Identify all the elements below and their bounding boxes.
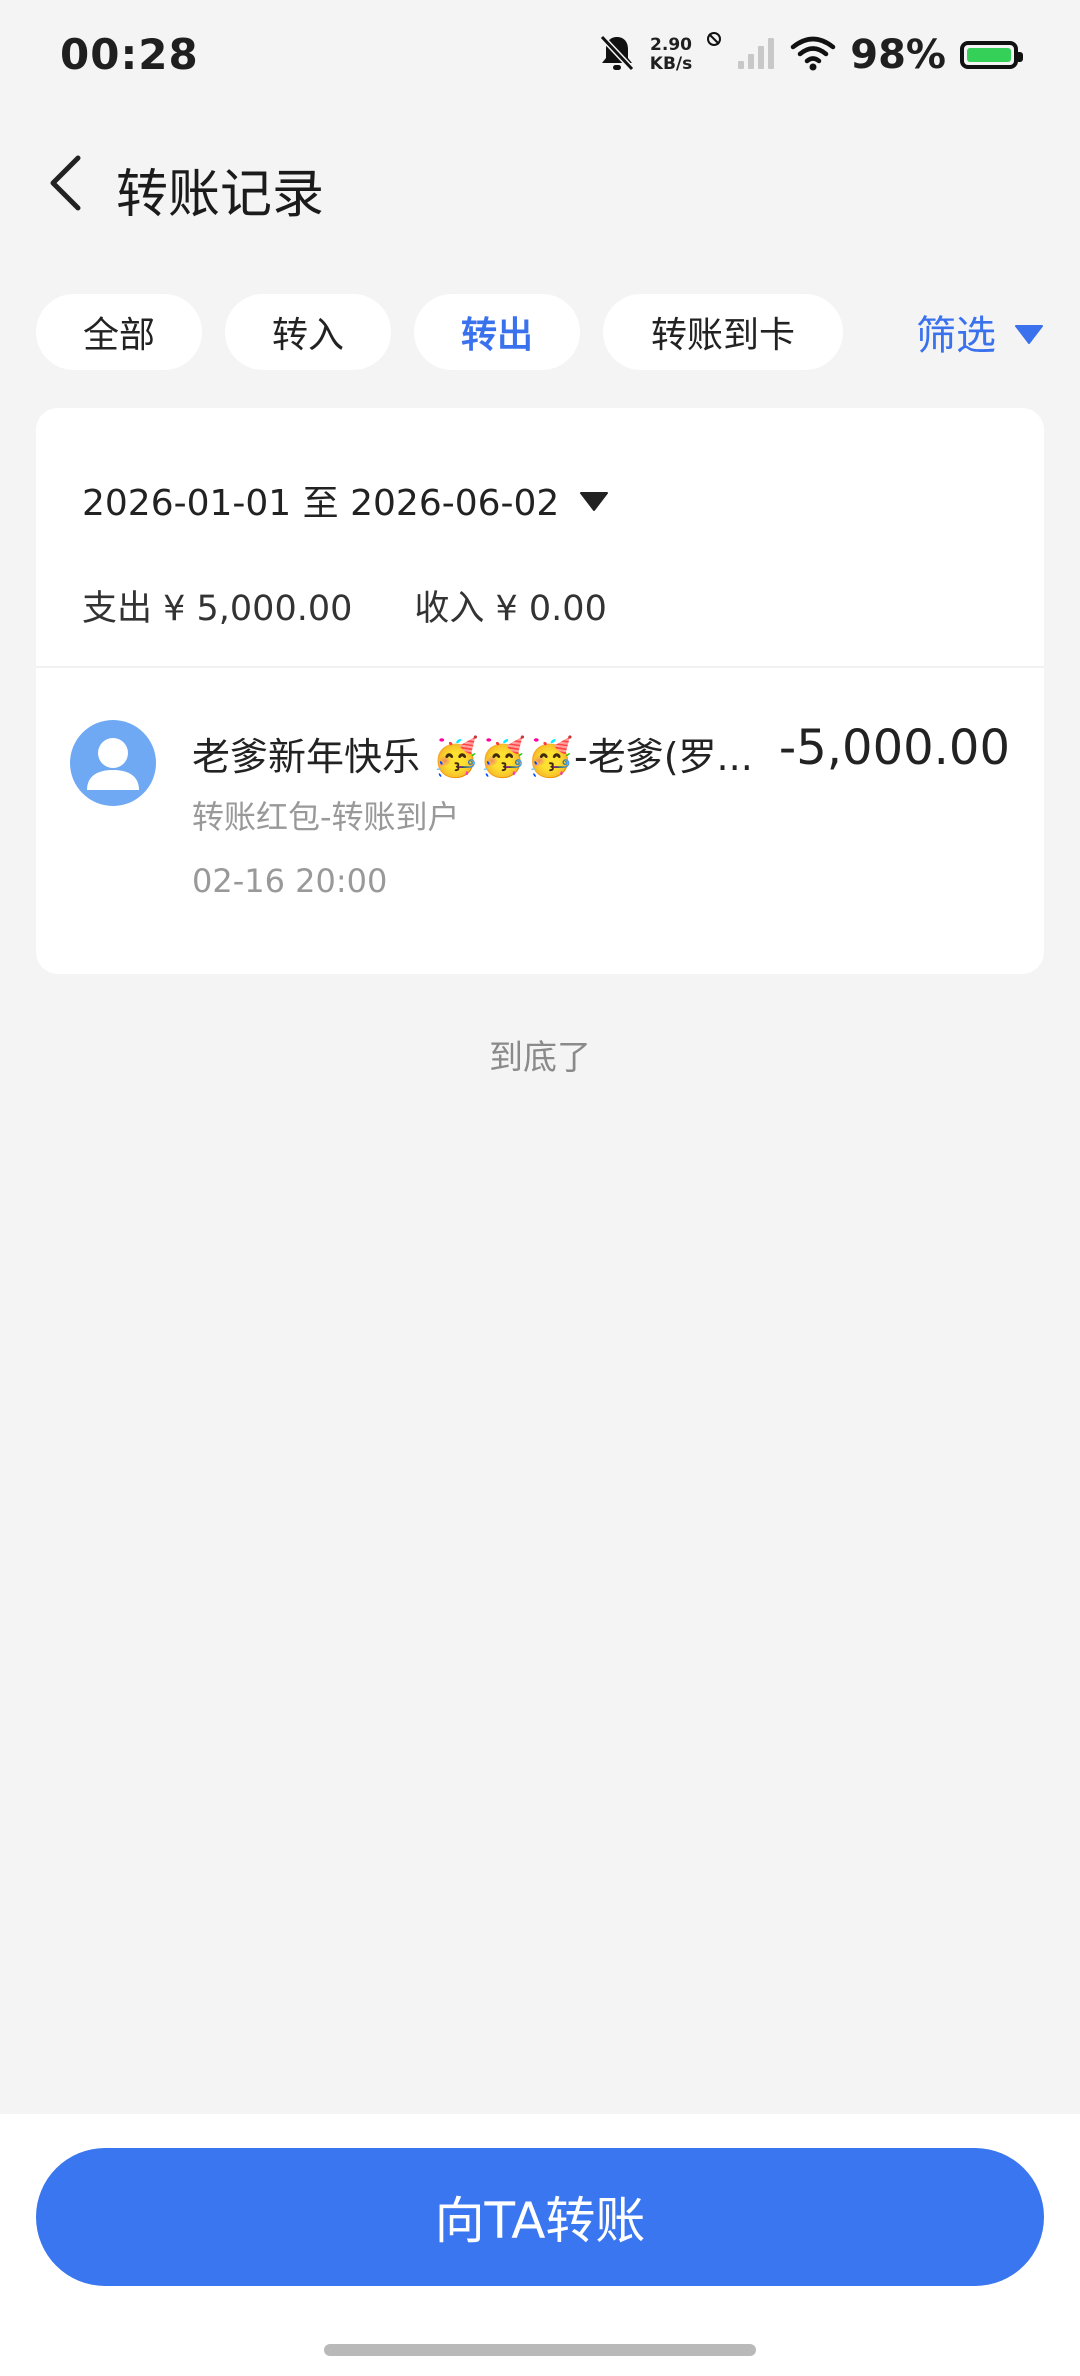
income-total: 收入 ¥ 0.00: [414, 589, 607, 629]
filter-label: 筛选: [916, 313, 996, 359]
no-sim-icon: [706, 32, 722, 65]
home-indicator[interactable]: [324, 2344, 756, 2356]
end-of-list-text: 到底了: [489, 1038, 591, 1078]
page-title: 转账记录: [116, 165, 325, 225]
transfer-to-ta-button[interactable]: 向TA转账: [36, 2148, 1044, 2286]
net-speed-unit: KB/s: [649, 54, 693, 74]
record-amount: -5,000.00: [778, 720, 1010, 776]
status-bar: 00:28 2.90 KB/s 98%: [0, 0, 1080, 118]
default-avatar-icon: [70, 720, 156, 806]
status-time: 00:28: [60, 30, 199, 79]
transfer-records-screen: 00:28 2.90 KB/s 98% 转账记录 全部 转入 转出 转账到卡 筛…: [0, 0, 1080, 2376]
signal-icon: [736, 35, 776, 75]
back-button[interactable]: [30, 150, 100, 220]
expense-total: 支出 ¥ 5,000.00: [82, 589, 353, 629]
bell-muted-icon: [598, 33, 636, 77]
list-item[interactable]: 老爹新年快乐 🥳🥳🥳-老爹(罗... -5,000.00 转账红包-转账到户 0…: [36, 670, 1044, 970]
battery-fill: [967, 48, 1011, 62]
filter-button[interactable]: 筛选: [916, 294, 1044, 370]
date-range-text: 2026-01-01 至 2026-06-02: [82, 483, 560, 524]
record-time: 02-16 20:00: [192, 862, 388, 900]
tab-all[interactable]: 全部: [36, 294, 202, 370]
summary-row: 支出 ¥ 5,000.00 收入 ¥ 0.00: [82, 580, 607, 631]
battery-nub: [1018, 52, 1023, 62]
tab-to-card[interactable]: 转账到卡: [603, 294, 843, 370]
header: 转账记录: [0, 130, 1080, 240]
triangle-down-icon: [1014, 309, 1044, 355]
tab-incoming[interactable]: 转入: [225, 294, 391, 370]
divider: [36, 666, 1044, 668]
tab-outgoing[interactable]: 转出: [414, 294, 580, 370]
chevron-left-icon: [48, 154, 82, 216]
bottom-bar: 向TA转账: [0, 2114, 1080, 2376]
net-speed-value: 2.90: [650, 35, 692, 55]
date-range-selector[interactable]: 2026-01-01 至 2026-06-02: [82, 474, 609, 526]
record-title: 老爹新年快乐 🥳🥳🥳-老爹(罗...: [192, 735, 753, 779]
status-icons: 2.90 KB/s 98%: [598, 32, 1023, 78]
net-speed: 2.90 KB/s: [650, 36, 692, 74]
records-card: 2026-01-01 至 2026-06-02 支出 ¥ 5,000.00 收入…: [36, 408, 1044, 974]
battery-percent: 98%: [850, 32, 946, 78]
record-type: 转账红包-转账到户: [192, 798, 460, 836]
caret-down-icon: [579, 480, 609, 521]
battery-icon: [960, 41, 1023, 69]
wifi-icon: [790, 35, 836, 75]
